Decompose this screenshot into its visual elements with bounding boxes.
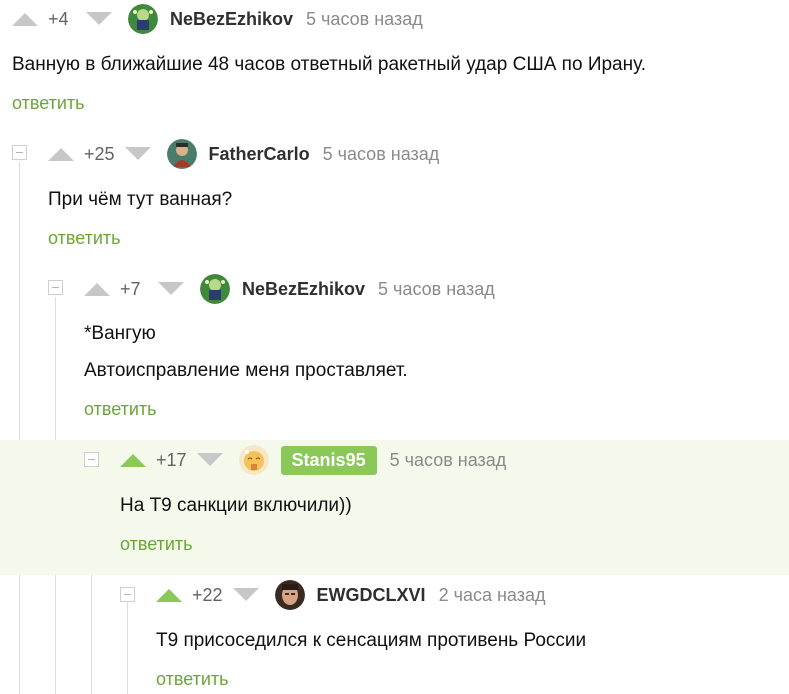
comment-header: +7 NeBezEzhikov 5 часов назад — [84, 273, 495, 305]
collapse-button[interactable] — [12, 145, 27, 160]
reply-link[interactable]: ответить — [12, 93, 85, 114]
comment-header: +4 NeBezEzhikov 5 часов назад — [12, 3, 423, 35]
author-name[interactable]: FatherCarlo — [209, 144, 310, 165]
comment: +4 NeBezEzhikov 5 часов назад Ванную в б… — [0, 0, 789, 128]
downvote-arrow-icon[interactable] — [232, 587, 259, 603]
downvote-arrow-icon[interactable] — [196, 452, 223, 468]
comment-text: Ванную в ближайшие 48 часов ответный рак… — [12, 54, 646, 75]
downvote-arrow-icon[interactable] — [158, 281, 184, 297]
timestamp[interactable]: 5 часов назад — [378, 279, 495, 300]
rating: +22 — [192, 584, 223, 605]
rating: +25 — [84, 143, 115, 164]
upvote-arrow-icon[interactable] — [156, 587, 182, 603]
comment-text: Т9 присоседился к сенсациям противень Ро… — [156, 630, 587, 651]
comment: +7 NeBezEzhikov 5 часов назад *Вангую Ав… — [0, 262, 789, 440]
rating: +17 — [156, 449, 187, 470]
avatar-figure-icon[interactable] — [166, 139, 197, 169]
comment-highlighted: +17 Stanis95 5 часов назад На Т9 санкции… — [0, 440, 789, 575]
reply-link[interactable]: ответить — [120, 534, 193, 555]
comment-text: На Т9 санкции включили)) — [120, 495, 352, 516]
reply-link[interactable]: ответить — [48, 228, 121, 249]
timestamp[interactable]: 5 часов назад — [306, 9, 423, 30]
timestamp[interactable]: 5 часов назад — [323, 144, 440, 165]
comment-text: При чём тут ванная? — [48, 189, 233, 210]
reply-link[interactable]: ответить — [156, 669, 229, 690]
timestamp[interactable]: 2 часа назад — [439, 585, 546, 606]
comment-header: +22 EWGDCLXVI 2 часа назад — [156, 579, 546, 611]
comment: +25 FatherCarlo 5 часов назад При чём ту… — [0, 128, 789, 262]
upvote-arrow-icon[interactable] — [12, 11, 38, 27]
avatar-emoji-icon[interactable] — [238, 445, 269, 475]
comment-header: +17 Stanis95 5 часов назад — [120, 444, 506, 476]
downvote-arrow-icon[interactable] — [124, 146, 151, 162]
author-name[interactable]: NeBezEzhikov — [170, 9, 293, 30]
collapse-button[interactable] — [120, 587, 135, 602]
rating: +7 — [120, 278, 141, 299]
upvote-arrow-icon[interactable] — [120, 452, 146, 468]
avatar-green-landscape-icon[interactable] — [200, 274, 230, 304]
upvote-arrow-icon[interactable] — [48, 146, 74, 162]
collapse-button[interactable] — [84, 452, 99, 467]
avatar-green-landscape-icon[interactable] — [128, 4, 158, 34]
upvote-arrow-icon[interactable] — [84, 281, 110, 297]
collapse-button[interactable] — [48, 280, 63, 295]
rating: +4 — [48, 8, 69, 29]
comment-header: +25 FatherCarlo 5 часов назад — [48, 138, 439, 170]
reply-link[interactable]: ответить — [84, 399, 157, 420]
avatar-portrait-icon[interactable] — [274, 580, 305, 610]
author-name[interactable]: EWGDCLXVI — [317, 585, 426, 606]
comment-text-line: *Вангую — [84, 323, 156, 344]
timestamp[interactable]: 5 часов назад — [390, 450, 507, 471]
author-name[interactable]: NeBezEzhikov — [242, 279, 365, 300]
downvote-arrow-icon[interactable] — [86, 11, 112, 27]
comment-text-line: Автоисправление меня проставляет. — [84, 360, 408, 381]
author-name[interactable]: Stanis95 — [280, 445, 377, 475]
comment: +22 EWGDCLXVI 2 часа назад Т9 присоседил… — [0, 575, 789, 694]
